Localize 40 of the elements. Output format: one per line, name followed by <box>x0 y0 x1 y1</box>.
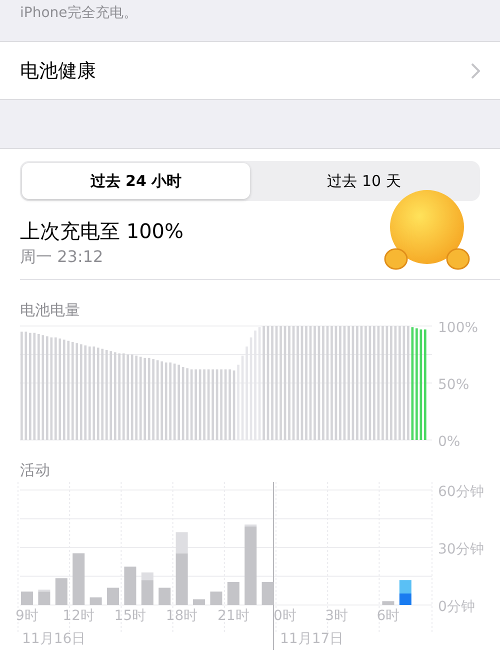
axis-label: 0时 <box>274 608 296 624</box>
battery-level-title: 电池电量 <box>20 300 80 320</box>
date-label: 11月16日 <box>22 631 86 647</box>
range-tab[interactable]: 过去 24 小时 <box>22 163 250 199</box>
axis-label: 15时 <box>114 608 146 624</box>
chevron-icon <box>471 62 480 78</box>
activity-bar <box>21 592 33 605</box>
axis-label: 21时 <box>217 608 250 624</box>
activity-bar <box>399 594 412 605</box>
footnote-text: iPhone完全充电。 <box>19 4 138 22</box>
activity-bar <box>158 588 171 605</box>
battery-health-row[interactable]: 电池健康 <box>0 42 500 100</box>
activity-bar <box>193 599 205 605</box>
battery-bar <box>224 369 227 440</box>
activity-bar <box>210 592 222 605</box>
activity-bar <box>90 597 102 605</box>
range-tab[interactable]: 过去 10 天 <box>250 163 478 199</box>
battery-bar <box>207 369 210 440</box>
activity-bar <box>55 578 68 605</box>
axis-label: 18时 <box>166 608 198 624</box>
axis-label: 3时 <box>325 608 348 624</box>
last-charge-time: 周一 23:12 <box>20 246 104 268</box>
activity-bar <box>124 566 136 605</box>
axis-label: 50% <box>438 377 470 393</box>
activity-bar <box>107 588 119 605</box>
axis-label: 30分钟 <box>438 542 484 558</box>
date-label: 11月17日 <box>280 631 344 647</box>
activity-title: 活动 <box>20 460 50 480</box>
activity-bar <box>382 601 394 605</box>
axis-label: 0% <box>438 434 460 446</box>
axis-label: 0分钟 <box>438 599 475 615</box>
axis-label: 12时 <box>62 608 95 624</box>
axis-label: 60分钟 <box>438 484 484 500</box>
battery-bar <box>216 369 218 440</box>
activity-bar <box>72 553 85 605</box>
axis-label: 9时 <box>16 608 38 624</box>
activity-bar <box>227 582 240 605</box>
activity-bar <box>399 580 412 594</box>
axis-label: 6时 <box>376 608 400 624</box>
last-charge-title: 上次充电至 100% <box>20 218 184 245</box>
